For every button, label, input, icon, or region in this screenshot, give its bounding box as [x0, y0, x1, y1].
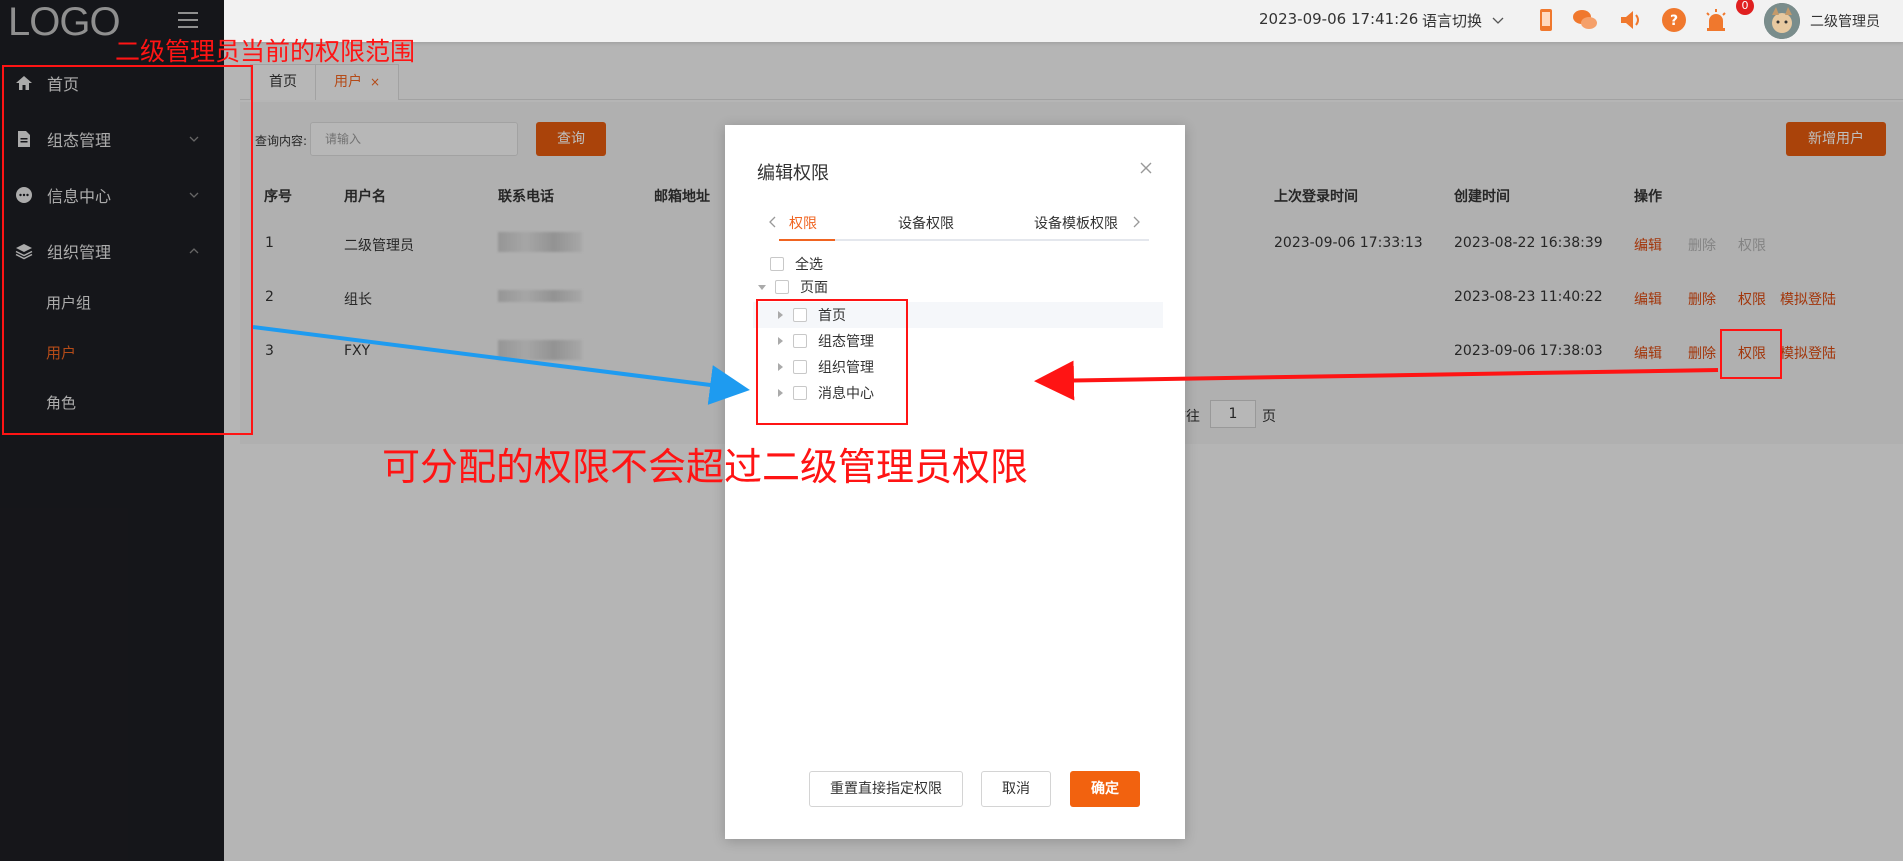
close-icon[interactable]	[1137, 159, 1155, 177]
tab-permission[interactable]: 权限	[789, 213, 817, 233]
phone-icon[interactable]	[1532, 6, 1560, 34]
annotation-box-tree	[756, 299, 908, 425]
confirm-button[interactable]: 确定	[1070, 771, 1140, 807]
tab-active-indicator	[779, 239, 835, 241]
language-label: 语言切换	[1422, 12, 1483, 30]
reset-permission-button[interactable]: 重置直接指定权限	[809, 771, 963, 807]
tab-device-template-permission[interactable]: 设备模板权限	[1034, 213, 1118, 233]
annotation-main-note: 可分配的权限不会超过二级管理员权限	[382, 445, 1029, 489]
top-header: 2023-09-06 17:41:26 语言切换 ? 0 二级管理员	[224, 0, 1903, 42]
notification-badge: 0	[1736, 0, 1754, 15]
chevron-left-icon[interactable]	[767, 215, 779, 229]
avatar[interactable]	[1764, 3, 1800, 39]
header-username[interactable]: 二级管理员	[1810, 11, 1880, 31]
select-all-checkbox[interactable]	[770, 257, 784, 271]
tree-checkbox[interactable]	[775, 280, 789, 294]
wechat-icon[interactable]	[1571, 6, 1599, 34]
tree-node-root[interactable]: 页面	[757, 275, 828, 299]
annotation-sidebar-note: 二级管理员当前的权限范围	[115, 37, 416, 66]
tab-device-permission[interactable]: 设备权限	[898, 213, 954, 233]
select-all-row[interactable]: 全选	[770, 252, 823, 276]
help-icon[interactable]: ?	[1660, 6, 1688, 34]
dialog-title: 编辑权限	[757, 163, 829, 184]
caret-down-icon[interactable]	[757, 282, 767, 292]
chevron-down-icon	[1492, 17, 1504, 24]
chevron-right-icon[interactable]	[1130, 215, 1142, 229]
alarm-icon[interactable]	[1702, 6, 1730, 34]
select-all-label: 全选	[795, 257, 823, 273]
header-datetime: 2023-09-06 17:41:26	[1259, 10, 1419, 28]
cancel-button[interactable]: 取消	[981, 771, 1051, 807]
speaker-icon[interactable]	[1617, 6, 1645, 34]
svg-text:?: ?	[1670, 13, 1678, 29]
annotation-box-sidebar	[2, 65, 253, 435]
tree-node-label: 页面	[800, 280, 828, 296]
annotation-box-permission	[1720, 329, 1782, 379]
language-switch[interactable]: 语言切换	[1422, 10, 1505, 31]
